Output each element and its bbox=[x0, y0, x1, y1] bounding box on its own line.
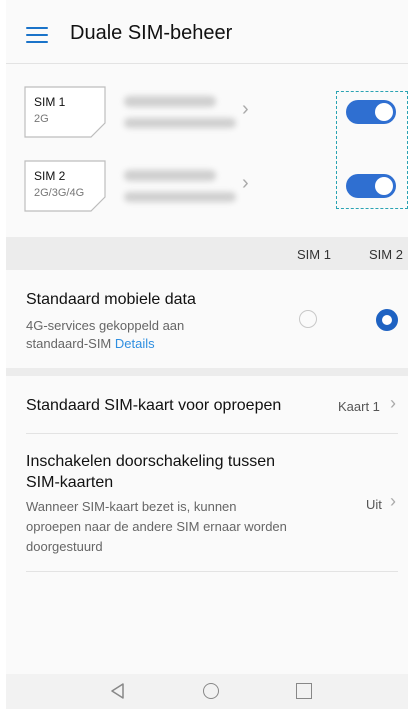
page-title: Duale SIM-beheer bbox=[70, 22, 233, 44]
row-divider bbox=[26, 433, 398, 434]
blurred-number bbox=[124, 118, 236, 128]
desc-line: oproepen naar de andere SIM ernaar worde… bbox=[26, 519, 287, 534]
mobile-data-sim2-radio[interactable] bbox=[376, 309, 398, 331]
recent-apps-icon[interactable] bbox=[296, 683, 312, 699]
sim1-name: SIM 1 bbox=[34, 95, 66, 109]
chevron-right-icon: › bbox=[390, 393, 396, 413]
blurred-number bbox=[124, 192, 236, 202]
home-icon[interactable] bbox=[203, 683, 219, 699]
app-bar: Duale SIM-beheer bbox=[6, 0, 408, 64]
subtitle-line: 4G-services gekoppeld aan bbox=[26, 318, 185, 333]
call-forwarding-title: Inschakelen doorschakeling tussen SIM-ka… bbox=[26, 451, 275, 493]
sim2-network: 2G/3G/4G bbox=[34, 187, 85, 199]
sim2-name: SIM 2 bbox=[34, 169, 66, 183]
title-line: Inschakelen doorschakeling tussen bbox=[26, 453, 276, 470]
column-sim1: SIM 1 bbox=[297, 247, 331, 262]
desc-line: doorgestuurd bbox=[26, 539, 103, 554]
chevron-right-icon: › bbox=[390, 491, 396, 511]
blurred-operator bbox=[124, 96, 216, 107]
row-divider bbox=[26, 571, 398, 572]
details-link[interactable]: Details bbox=[115, 336, 155, 351]
sim-column-header: SIM 1 SIM 2 bbox=[6, 237, 408, 270]
mobile-data-subtitle: 4G-services gekoppeld aan standaard-SIM … bbox=[26, 317, 184, 353]
screen: Duale SIM-beheer SIM 1 2G › SIM 2 2G/3G/… bbox=[6, 0, 408, 709]
subtitle-line: standaard-SIM bbox=[26, 336, 115, 351]
desc-line: Wanneer SIM-kaart bezet is, kunnen bbox=[26, 499, 237, 514]
sim-card-icon: SIM 1 2G bbox=[24, 86, 106, 138]
column-sim2: SIM 2 bbox=[369, 247, 403, 262]
chevron-right-icon: › bbox=[242, 172, 249, 194]
highlight-box bbox=[336, 91, 408, 209]
sim-card-icon: SIM 2 2G/3G/4G bbox=[24, 160, 106, 212]
mobile-data-sim1-radio[interactable] bbox=[299, 310, 317, 328]
sim1-network: 2G bbox=[34, 113, 49, 125]
chevron-right-icon: › bbox=[242, 98, 249, 120]
mobile-data-title: Standaard mobiele data bbox=[26, 291, 196, 308]
default-call-sim-value: Kaart 1 bbox=[338, 399, 380, 414]
back-icon[interactable] bbox=[110, 683, 126, 699]
header-divider bbox=[6, 63, 408, 64]
section-divider bbox=[6, 368, 408, 376]
menu-icon[interactable] bbox=[26, 27, 48, 43]
blurred-operator bbox=[124, 170, 216, 181]
title-line: SIM-kaarten bbox=[26, 474, 114, 491]
call-forwarding-value: Uit bbox=[366, 497, 382, 512]
call-forwarding-description: Wanneer SIM-kaart bezet is, kunnen oproe… bbox=[26, 497, 287, 557]
default-call-sim-title: Standaard SIM-kaart voor oproepen bbox=[26, 397, 282, 414]
